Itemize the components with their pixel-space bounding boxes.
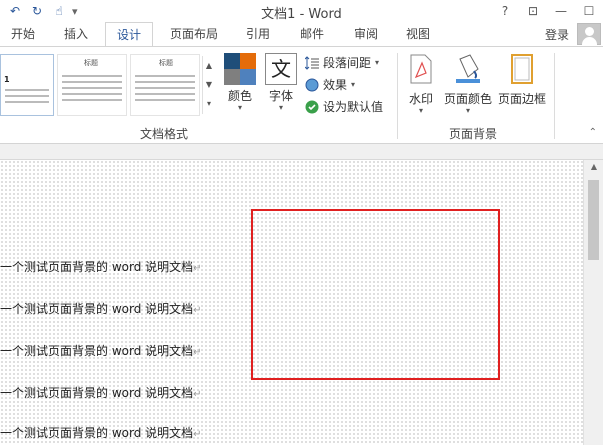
- ribbon-display-button[interactable]: ⊡: [519, 0, 547, 22]
- chevron-down-icon: ▾: [278, 103, 283, 112]
- tab-review[interactable]: 审阅: [348, 22, 384, 46]
- set-as-default-button[interactable]: 设为默认值: [305, 96, 395, 118]
- group-divider: [397, 53, 398, 139]
- scroll-up-icon[interactable]: ▲: [203, 56, 215, 75]
- tab-insert[interactable]: 插入: [56, 22, 96, 46]
- title-bar: ↶ ↻ ☝ ▾ 文档1 - Word ? ⊡ — ☐: [0, 0, 603, 22]
- effects-button[interactable]: 效果 ▾: [305, 74, 395, 96]
- scroll-down-icon[interactable]: ▼: [203, 75, 215, 94]
- document-line: 一个测试页面背景的 word 说明文档↵: [0, 302, 202, 316]
- page-color-label: 页面颜色: [443, 92, 492, 106]
- collapse-ribbon-icon[interactable]: ⌃: [589, 127, 597, 138]
- colors-button[interactable]: 颜色 ▾: [222, 53, 258, 112]
- group-divider: [554, 53, 555, 139]
- effects-icon: [305, 78, 319, 92]
- paragraph-mark: ↵: [193, 389, 202, 400]
- ribbon-tabs: 开始 插入 设计 页面布局 引用 邮件 审阅 视图 登录: [0, 22, 603, 47]
- window-controls: ? ⊡ — ☐: [491, 0, 603, 22]
- watermark-label: 水印: [408, 92, 433, 106]
- fonts-button[interactable]: 文 字体 ▾: [263, 53, 299, 112]
- tab-page-layout[interactable]: 页面布局: [166, 22, 222, 46]
- document-line: 一个测试页面背景的 word 说明文档↵: [0, 260, 202, 274]
- tab-home[interactable]: 开始: [6, 22, 40, 46]
- document-line: 一个测试页面背景的 word 说明文档↵: [0, 344, 202, 358]
- colors-label: 颜色: [227, 89, 252, 103]
- chevron-down-icon: ▾: [465, 106, 470, 115]
- page-color-button[interactable]: 页面颜色 ▾: [442, 53, 494, 115]
- colors-icon: [224, 53, 256, 85]
- highlight-box: [251, 209, 500, 380]
- fonts-icon: 文: [265, 53, 297, 85]
- chevron-down-icon: ▾: [375, 58, 380, 67]
- vertical-scrollbar[interactable]: ▲: [583, 160, 603, 445]
- paragraph-mark: ↵: [193, 263, 202, 274]
- document-format-options: 段落间距 ▾ 效果 ▾ 设为默认值: [305, 52, 395, 118]
- page-color-icon: [456, 54, 480, 83]
- document-line: 一个测试页面背景的 word 说明文档↵: [0, 426, 202, 440]
- chevron-down-icon: ▾: [237, 103, 242, 112]
- tab-view[interactable]: 视图: [400, 22, 436, 46]
- ribbon: 1 标题 标题 ▲ ▼ ▾ 颜色 ▾ 文 字体 ▾ 段落间距 ▾ 效果 ▾ 设为…: [0, 46, 603, 144]
- document-page[interactable]: 一个测试页面背景的 word 说明文档↵ 一个测试页面背景的 word 说明文档…: [0, 160, 583, 445]
- paragraph-spacing-button[interactable]: 段落间距 ▾: [305, 52, 395, 74]
- chevron-down-icon: ▾: [418, 106, 423, 115]
- group-label-document-format: 文档格式: [140, 127, 189, 141]
- login-link[interactable]: 登录: [545, 26, 569, 43]
- scroll-up-icon[interactable]: ▲: [584, 162, 603, 171]
- style-set-thumbnail[interactable]: 标题: [57, 54, 127, 116]
- gallery-scroll[interactable]: ▲ ▼ ▾: [202, 56, 215, 114]
- help-button[interactable]: ?: [491, 0, 519, 22]
- group-label-page-background: 页面背景: [449, 127, 498, 141]
- page-borders-icon: [511, 54, 533, 84]
- scrollbar-thumb[interactable]: [588, 180, 599, 260]
- style-set-gallery: 1 标题 标题 ▲ ▼ ▾: [0, 54, 216, 124]
- tab-design[interactable]: 设计: [105, 22, 153, 47]
- page-borders-label: 页面边框: [497, 92, 546, 106]
- maximize-button[interactable]: ☐: [575, 0, 603, 22]
- avatar[interactable]: [577, 23, 601, 45]
- chevron-down-icon: ▾: [351, 80, 356, 89]
- checkmark-icon: [305, 100, 319, 114]
- watermark-icon: [410, 54, 432, 84]
- paragraph-mark: ↵: [193, 429, 202, 440]
- paragraph-spacing-icon: [305, 56, 319, 70]
- tab-mailings[interactable]: 邮件: [294, 22, 330, 46]
- document-line: 一个测试页面背景的 word 说明文档↵: [0, 386, 202, 400]
- tab-references[interactable]: 引用: [240, 22, 276, 46]
- minimize-button[interactable]: —: [547, 0, 575, 22]
- ruler-area: [0, 144, 603, 160]
- paragraph-mark: ↵: [193, 347, 202, 358]
- more-icon[interactable]: ▾: [203, 94, 215, 113]
- page-borders-button[interactable]: 页面边框: [496, 53, 548, 107]
- paragraph-mark: ↵: [193, 305, 202, 316]
- style-set-thumbnail[interactable]: 1: [0, 54, 54, 116]
- style-set-thumbnail[interactable]: 标题: [130, 54, 200, 116]
- watermark-button[interactable]: 水印 ▾: [404, 53, 438, 115]
- fonts-label: 字体: [268, 89, 293, 103]
